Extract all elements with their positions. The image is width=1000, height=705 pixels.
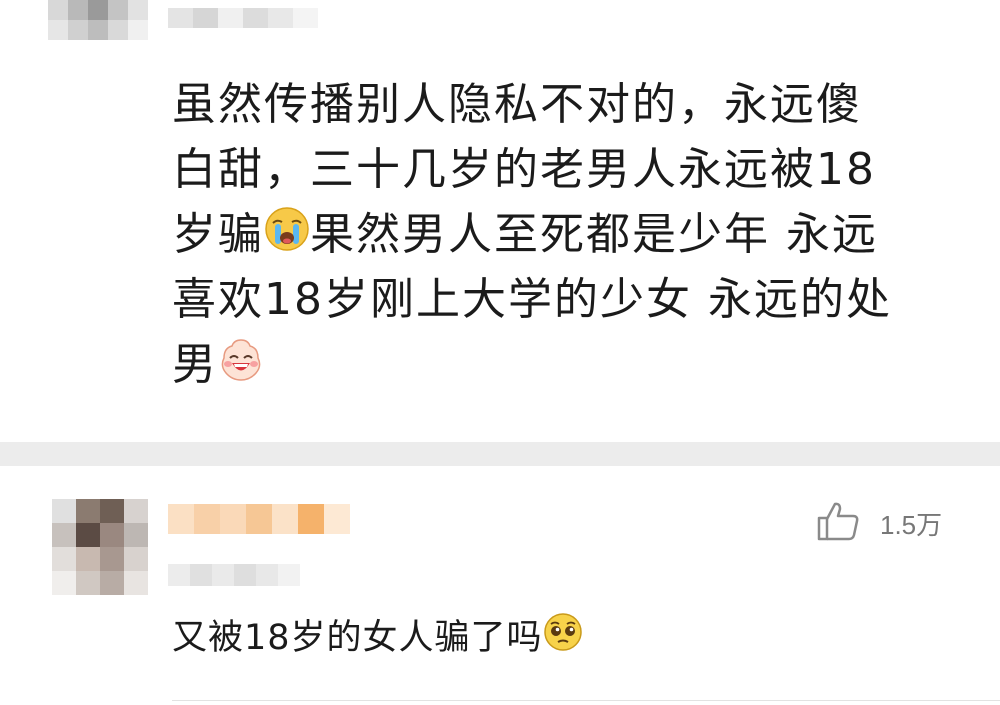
comment-line: 白甜，三十几岁的老男人永远被18 [172, 144, 876, 195]
pleading-face-emoji [543, 612, 583, 666]
section-divider [0, 442, 1000, 466]
laughing-face-emoji [218, 335, 264, 400]
comment-body: 虽然传播别人隐私不对的，永远傻 白甜，三十几岁的老男人永远被18 岁骗 果然男人… [172, 72, 962, 397]
avatar[interactable] [52, 499, 148, 595]
username-blurred[interactable] [168, 504, 350, 534]
avatar[interactable] [48, 0, 148, 40]
comment-line: 岁骗 果然男人至死都是少年 永远 [172, 202, 962, 267]
crying-face-emoji [264, 205, 310, 270]
comment-item: 虽然传播别人隐私不对的，永远傻 白甜，三十几岁的老男人永远被18 岁骗 果然男人… [0, 0, 1000, 442]
like-button[interactable]: 1.5万 [816, 500, 942, 546]
comment-body: 又被18岁的女人骗了吗 [172, 612, 583, 666]
divider-line [172, 700, 1000, 701]
comment-line: 虽然传播别人隐私不对的，永远傻 [172, 79, 862, 130]
username-blurred[interactable] [168, 8, 318, 28]
comment-line: 喜欢18岁刚上大学的少女 永远的处 [172, 274, 892, 325]
comment-fragment: 男 [172, 339, 218, 390]
timestamp-blurred [168, 564, 300, 586]
thumbs-up-icon [816, 500, 860, 546]
comment-fragment: 岁骗 [172, 209, 264, 260]
comment-line: 男 [172, 332, 962, 397]
comment-fragment: 果然男人至死都是少年 永远 [310, 209, 878, 260]
like-count: 1.5万 [880, 509, 943, 540]
comment-text: 又被18岁的女人骗了吗 [172, 618, 543, 658]
